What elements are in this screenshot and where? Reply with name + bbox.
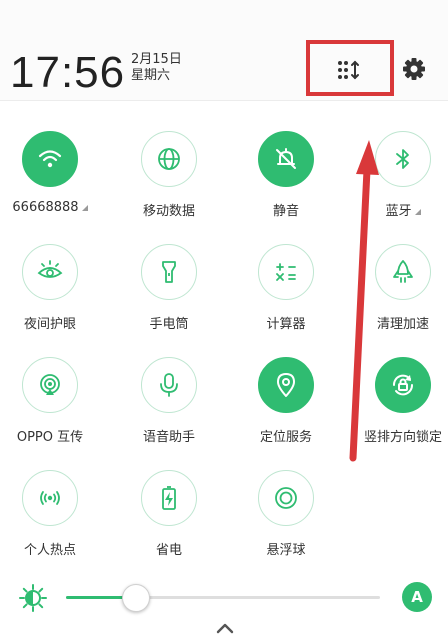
tile-label: 个人热点: [0, 539, 107, 558]
tile-label-text: 夜间护眼: [23, 317, 76, 332]
tile-label-text: 清理加速: [376, 317, 429, 332]
tile-label: 静音: [229, 200, 343, 219]
tile-flashlight[interactable]: 手电筒: [112, 233, 230, 341]
chevron-up-icon[interactable]: [214, 620, 236, 636]
tile-bell-muted[interactable]: 静音: [229, 120, 347, 228]
brightness-icon: [19, 584, 47, 612]
date-block: 2月15日 星期六: [131, 52, 182, 84]
weekday-text: 星期六: [131, 68, 171, 83]
brightness-bar: A: [0, 575, 448, 619]
tile-label: 竖排方向锁定: [346, 426, 448, 445]
tile-label-text: 省电: [155, 543, 182, 558]
tile-label: 清理加速: [346, 313, 448, 332]
share-icon: [22, 357, 78, 413]
tile-label-text: OPPO 互传: [16, 430, 84, 445]
tile-label-text: 竖排方向锁定: [363, 430, 442, 445]
tile-label-text: 移动数据: [142, 204, 195, 219]
floating-ball-icon: [258, 470, 314, 526]
tile-label-text: 个人热点: [23, 543, 76, 558]
tile-eye-sun[interactable]: 夜间护眼: [0, 233, 111, 341]
grid-sort-icon: [338, 60, 359, 80]
tile-label: 夜间护眼: [0, 313, 107, 332]
rotation-lock-icon: [375, 357, 431, 413]
tile-label: 悬浮球: [229, 539, 343, 558]
microphone-icon: [141, 357, 197, 413]
tile-label: 移动数据: [112, 200, 226, 219]
tile-bluetooth[interactable]: 蓝牙: [346, 120, 448, 228]
clock-time: 17:56: [10, 48, 126, 97]
edit-tiles-button[interactable]: [337, 59, 361, 81]
tile-share[interactable]: OPPO 互传: [0, 346, 111, 454]
date-text: 2月15日: [131, 52, 182, 67]
tile-label-text: 蓝牙: [385, 204, 412, 219]
bell-muted-icon: [258, 131, 314, 187]
tile-label-text: 静音: [272, 204, 299, 219]
tile-calculator[interactable]: 计算器: [229, 233, 347, 341]
tile-label-text: 66668888: [12, 200, 79, 215]
hotspot-icon: [22, 470, 78, 526]
tile-label: 定位服务: [229, 426, 343, 445]
tile-label: 手电筒: [112, 313, 226, 332]
tile-rocket[interactable]: 清理加速: [346, 233, 448, 341]
tile-rotation-lock[interactable]: 竖排方向锁定: [346, 346, 448, 454]
tile-floating-ball[interactable]: 悬浮球: [229, 459, 347, 567]
flashlight-icon: [141, 244, 197, 300]
tile-label: 计算器: [229, 313, 343, 332]
tile-battery[interactable]: 省电: [112, 459, 230, 567]
tile-globe[interactable]: 移动数据: [112, 120, 230, 228]
gear-icon: [403, 58, 425, 80]
tile-label-text: 悬浮球: [266, 543, 306, 558]
location-icon: [258, 357, 314, 413]
tile-hotspot[interactable]: 个人热点: [0, 459, 111, 567]
tile-label-text: 语音助手: [142, 430, 195, 445]
expand-caret-icon: [81, 205, 88, 211]
tile-label-text: 手电筒: [149, 317, 189, 332]
tile-label: 蓝牙: [346, 200, 448, 219]
eye-sun-icon: [22, 244, 78, 300]
brightness-slider[interactable]: [66, 584, 380, 612]
auto-brightness-button[interactable]: A: [402, 582, 432, 612]
tile-label-text: 定位服务: [259, 430, 312, 445]
tile-label: 语音助手: [112, 426, 226, 445]
tile-label: 省电: [112, 539, 226, 558]
tile-microphone[interactable]: 语音助手: [112, 346, 230, 454]
battery-icon: [141, 470, 197, 526]
settings-button[interactable]: [400, 55, 428, 83]
tile-location[interactable]: 定位服务: [229, 346, 347, 454]
rocket-icon: [375, 244, 431, 300]
tile-label: 66668888: [0, 200, 107, 215]
bluetooth-icon: [375, 131, 431, 187]
globe-icon: [141, 131, 197, 187]
wifi-icon: [22, 131, 78, 187]
expand-caret-icon: [414, 209, 421, 215]
tile-label-text: 计算器: [266, 317, 306, 332]
header: 17:56 2月15日 星期六: [0, 0, 448, 101]
tile-label: OPPO 互传: [0, 426, 107, 445]
calculator-icon: [258, 244, 314, 300]
tile-wifi[interactable]: 66668888: [0, 120, 111, 228]
brightness-slider-thumb[interactable]: [122, 584, 151, 612]
